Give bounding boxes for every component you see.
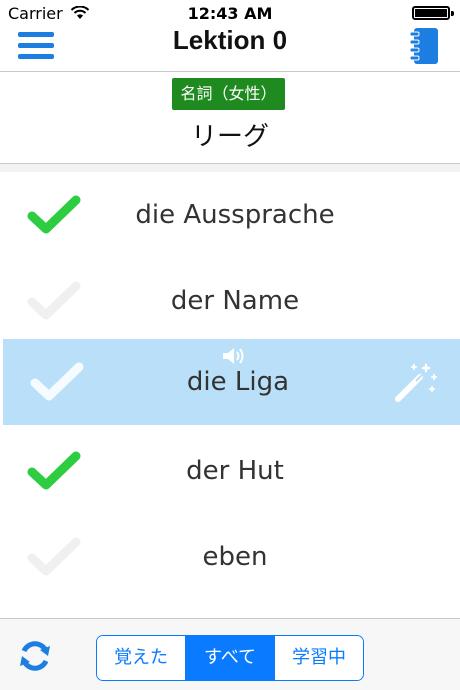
bottom-toolbar: 覚えた すべて 学習中 (0, 618, 460, 690)
segment-learned[interactable]: 覚えた (97, 636, 186, 680)
notebook-icon[interactable] (408, 20, 442, 70)
segment-learning[interactable]: 学習中 (275, 636, 363, 680)
checkmark-icon[interactable] (29, 361, 85, 403)
filter-segmented-control: 覚えた すべて 学習中 (96, 635, 364, 681)
list-item-selected[interactable]: die Liga (3, 339, 460, 425)
word-text: eben (202, 542, 268, 572)
checkmark-icon[interactable] (26, 450, 82, 492)
clock: 12:43 AM (187, 4, 273, 23)
refresh-icon[interactable] (16, 639, 54, 673)
word-text: der Hut (186, 456, 284, 486)
status-bar: Carrier 12:43 AM (0, 0, 460, 24)
word-text: der Name (170, 286, 300, 316)
checkmark-icon[interactable] (26, 194, 82, 236)
checkmark-icon[interactable] (26, 280, 82, 322)
navigation-bar: Lektion 0 (0, 24, 460, 72)
part-of-speech-badge: 名詞（女性） (172, 78, 285, 110)
magic-wand-icon[interactable] (392, 361, 440, 405)
word-detail-header: 名詞（女性） リーグ (0, 72, 460, 164)
page-title: Lektion 0 (172, 25, 288, 55)
list-item[interactable]: eben (0, 514, 460, 600)
word-reading: リーグ (190, 122, 269, 152)
word-text: die Liga (186, 367, 290, 397)
list-separator (0, 164, 460, 172)
segment-all[interactable]: すべて (186, 636, 275, 680)
list-item[interactable]: der Name (0, 258, 460, 344)
list-item[interactable]: die Aussprache (0, 172, 460, 258)
checkmark-icon[interactable] (26, 536, 82, 578)
battery-icon (412, 6, 454, 20)
word-text: die Aussprache (135, 200, 335, 230)
word-list: die Aussprache der Name die Liga der Hut… (0, 172, 460, 618)
list-item[interactable]: der Hut (0, 428, 460, 514)
